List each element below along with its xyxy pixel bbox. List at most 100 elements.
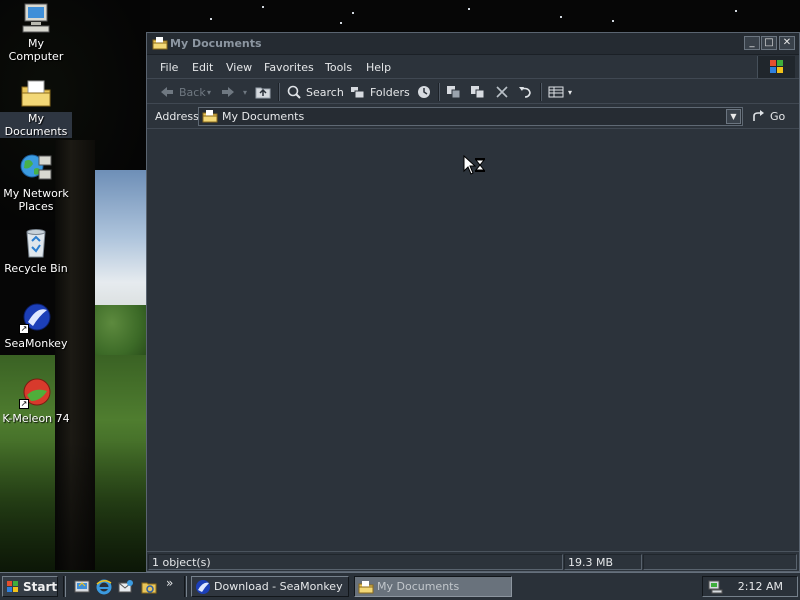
- taskbar-clock[interactable]: 2:12 AM: [738, 580, 783, 593]
- status-size: 19.3 MB: [564, 554, 642, 570]
- desktop-icon-label: SeaMonkey: [4, 337, 68, 350]
- history-button[interactable]: [416, 83, 436, 101]
- go-button-label: Go: [770, 109, 786, 123]
- menu-view[interactable]: View: [226, 61, 252, 74]
- wallpaper-leaf-speck: [210, 18, 212, 20]
- k-meleon-icon: ↗: [19, 377, 53, 409]
- back-arrow-icon: [159, 85, 175, 99]
- windows-explorer-icon[interactable]: [141, 579, 157, 595]
- address-label: Address: [155, 110, 199, 123]
- standard-toolbar: Back ▾ ▾ Search Folders ▾: [147, 80, 799, 104]
- copy-to-button[interactable]: [470, 83, 490, 101]
- up-folder-icon: [255, 85, 271, 99]
- menu-help[interactable]: Help: [366, 61, 391, 74]
- wallpaper-leaf-speck: [340, 22, 342, 24]
- recycle-bin-icon: [19, 227, 53, 259]
- desktop-icon-my-documents[interactable]: My Documents: [0, 77, 72, 138]
- history-clock-icon: [416, 85, 432, 99]
- close-button[interactable]: ✕: [779, 36, 795, 50]
- toolbar-separator: [540, 83, 542, 101]
- outlook-express-icon[interactable]: [118, 579, 134, 595]
- wallpaper-leaf-speck: [262, 6, 264, 8]
- forward-arrow-icon: [220, 85, 236, 99]
- views-grid-icon: [548, 85, 564, 99]
- desktop-icon-k-meleon[interactable]: ↗ K-Meleon 74: [0, 377, 72, 425]
- desktop-icon-label: Recycle Bin: [4, 262, 68, 275]
- start-button[interactable]: Start: [2, 576, 58, 597]
- computer-icon: [19, 2, 53, 34]
- undo-button[interactable]: [517, 83, 537, 101]
- search-button-label: Search: [306, 85, 344, 99]
- forward-dropdown-chevron-icon[interactable]: ▾: [243, 83, 247, 101]
- move-to-button[interactable]: [446, 83, 466, 101]
- desktop-icon-seamonkey[interactable]: ↗ SeaMonkey: [0, 302, 72, 350]
- taskbar: Start » Download - SeaMonkey My Document…: [0, 572, 800, 600]
- desktop-icon-label: My Network Places: [3, 187, 69, 213]
- wallpaper-leaf-speck: [468, 8, 470, 10]
- maximize-button[interactable]: □: [761, 36, 777, 50]
- window-title: My Documents: [170, 37, 262, 50]
- desktop-icon-recycle-bin[interactable]: Recycle Bin: [0, 227, 72, 275]
- windows-logo-icon: [757, 56, 795, 78]
- wallpaper-leaf-speck: [560, 16, 562, 18]
- busy-cursor-icon: [463, 154, 487, 177]
- documents-folder-icon: [358, 579, 374, 595]
- taskbar-grip[interactable]: [184, 576, 187, 597]
- desktop-icon-label: My Documents: [0, 112, 72, 138]
- wallpaper-shadow: [0, 440, 148, 572]
- menu-file[interactable]: File: [160, 61, 178, 74]
- internet-explorer-icon[interactable]: [96, 579, 112, 595]
- search-button[interactable]: Search: [286, 83, 344, 101]
- minimize-button[interactable]: _: [744, 36, 760, 50]
- menu-edit[interactable]: Edit: [192, 61, 213, 74]
- status-bar: 1 object(s) 19.3 MB: [147, 551, 799, 571]
- show-desktop-icon[interactable]: [74, 579, 90, 595]
- title-bar[interactable]: My Documents _ □ ✕: [147, 33, 799, 55]
- folder-contents-pane[interactable]: [148, 130, 798, 550]
- delete-button[interactable]: [494, 83, 514, 101]
- desktop-icon-my-network-places[interactable]: My Network Places: [0, 152, 72, 213]
- status-zone: [643, 554, 797, 570]
- network-tray-icon[interactable]: [707, 579, 723, 595]
- seamonkey-icon: ↗: [19, 302, 53, 334]
- task-label: Download - SeaMonkey: [214, 580, 343, 593]
- menu-tools[interactable]: Tools: [325, 61, 352, 74]
- address-input[interactable]: My Documents ▼: [198, 107, 743, 126]
- folders-button[interactable]: Folders: [350, 83, 410, 101]
- system-tray: 2:12 AM: [702, 576, 798, 597]
- folders-icon: [350, 85, 366, 99]
- taskbar-task-my-documents[interactable]: My Documents: [354, 576, 512, 597]
- taskbar-grip[interactable]: [63, 576, 66, 597]
- forward-button[interactable]: [220, 83, 240, 101]
- undo-icon: [517, 85, 533, 99]
- wallpaper-leaf-speck: [735, 10, 737, 12]
- menu-favorites[interactable]: Favorites: [264, 61, 314, 74]
- documents-folder-icon: [19, 77, 53, 109]
- folders-button-label: Folders: [370, 85, 410, 99]
- address-value: My Documents: [222, 110, 305, 123]
- desktop-icon-my-computer[interactable]: My Computer: [0, 2, 72, 63]
- taskbar-task-seamonkey[interactable]: Download - SeaMonkey: [191, 576, 349, 597]
- windows-logo-icon: [6, 580, 20, 594]
- delete-x-icon: [494, 85, 510, 99]
- search-icon: [286, 85, 302, 99]
- wallpaper-leaf-speck: [612, 20, 614, 22]
- address-bar: Address My Documents ▼ Go: [147, 105, 799, 129]
- back-button[interactable]: Back: [159, 83, 206, 101]
- go-button[interactable]: Go: [750, 109, 785, 123]
- desktop-icon-label: K-Meleon 74: [2, 412, 70, 425]
- wallpaper-leaf-speck: [352, 12, 354, 14]
- toolbar-separator: [278, 83, 280, 101]
- views-button[interactable]: ▾: [548, 83, 572, 101]
- network-globe-icon: [19, 152, 53, 184]
- task-label: My Documents: [377, 580, 460, 593]
- address-dropdown-chevron-icon[interactable]: ▼: [726, 109, 741, 124]
- status-object-count: 1 object(s): [148, 554, 563, 570]
- quicklaunch-chevron-icon[interactable]: »: [166, 576, 182, 592]
- back-button-label: Back: [179, 85, 206, 99]
- up-folder-button[interactable]: [255, 83, 275, 101]
- explorer-window: My Documents _ □ ✕ File Edit View Favori…: [146, 32, 800, 572]
- documents-folder-icon: [152, 36, 168, 50]
- toolbar-separator: [438, 83, 440, 101]
- back-dropdown-chevron-icon[interactable]: ▾: [207, 83, 211, 101]
